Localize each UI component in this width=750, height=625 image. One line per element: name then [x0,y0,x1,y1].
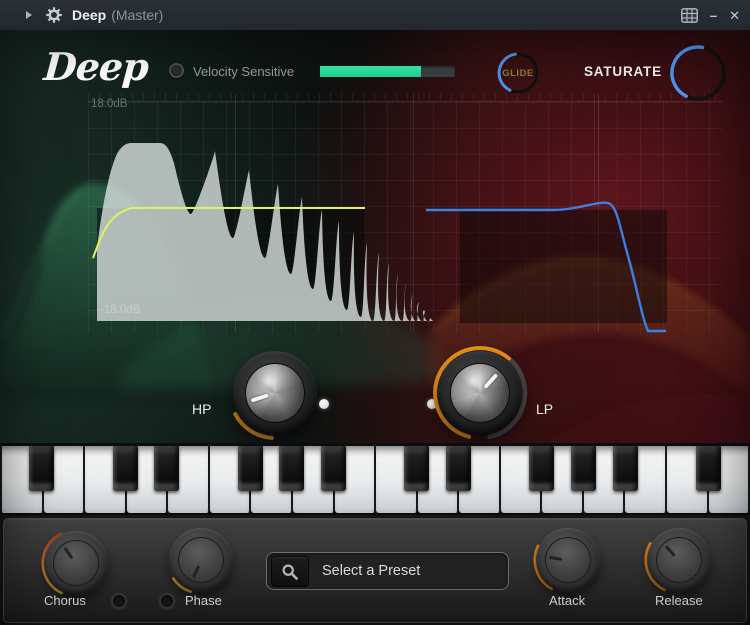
preset-selector[interactable]: Select a Preset [266,552,509,590]
black-key[interactable] [154,446,179,491]
release-knob[interactable] [641,522,717,598]
deep-plugin-window: Deep (Master) – ✕ [0,0,750,625]
preset-search-button[interactable] [271,556,309,587]
level-meter-fill [320,66,421,77]
hp-enable-led[interactable] [319,399,329,409]
saturate-label: SATURATE [584,64,662,79]
chorus-knob[interactable] [38,525,114,601]
keyboard-keys [0,446,750,513]
lp-filter-range-box [460,210,667,323]
frequency-ruler-ticks [88,93,722,101]
black-key[interactable] [696,446,721,491]
deep-logo: Deep [42,44,149,89]
level-meter[interactable] [320,66,455,77]
title-bar: Deep (Master) – ✕ [0,0,750,31]
release-label: Release [655,593,703,608]
minimize-button[interactable]: – [710,9,717,22]
black-key[interactable] [29,446,54,491]
keyboard [0,443,750,513]
db-scale-bottom: -18.0dB [100,304,140,316]
black-key[interactable] [404,446,429,491]
glide-label: GLIDE [496,51,540,95]
window-title: Deep [72,7,106,23]
search-icon [281,563,299,581]
lp-label: LP [536,401,553,417]
phase-knob[interactable] [163,522,239,598]
hp-knob[interactable] [225,343,325,443]
db-scale-top: 18.0dB [91,98,127,110]
black-key[interactable] [113,446,138,491]
saturate-knob[interactable] [669,44,727,102]
black-key[interactable] [238,446,263,491]
velocity-sensitive-radio[interactable] [169,63,184,78]
black-key[interactable] [446,446,471,491]
attack-knob[interactable] [530,522,606,598]
phase-label: Phase [185,593,222,608]
bottom-panel: Chorus Phase Select a Preset [0,513,750,625]
black-key[interactable] [571,446,596,491]
black-key[interactable] [279,446,304,491]
grid-marker-line [413,94,414,332]
gear-icon[interactable] [46,7,62,23]
bottom-panel-inset: Chorus Phase Select a Preset [3,518,747,623]
velocity-sensitive-label: Velocity Sensitive [193,64,294,79]
preset-placeholder: Select a Preset [322,553,420,589]
window-context: (Master) [111,7,163,23]
expand-caret-icon[interactable] [26,11,32,19]
plugin-body: 18.0dB -18.0dB Deep Velocity Sensitive G… [0,30,750,625]
hp-knob-pointer [251,393,269,402]
black-key[interactable] [529,446,554,491]
black-key[interactable] [613,446,638,491]
glide-knob[interactable]: GLIDE [496,51,540,95]
chorus-label: Chorus [44,593,86,608]
close-button[interactable]: ✕ [729,9,740,22]
phase-toggle[interactable] [159,593,175,609]
lp-knob-pointer [483,373,498,389]
chorus-toggle[interactable] [111,593,127,609]
detach-grid-icon[interactable] [681,8,698,23]
lp-knob[interactable] [430,343,530,443]
hp-label: HP [192,401,211,417]
attack-label: Attack [549,593,585,608]
black-key[interactable] [321,446,346,491]
